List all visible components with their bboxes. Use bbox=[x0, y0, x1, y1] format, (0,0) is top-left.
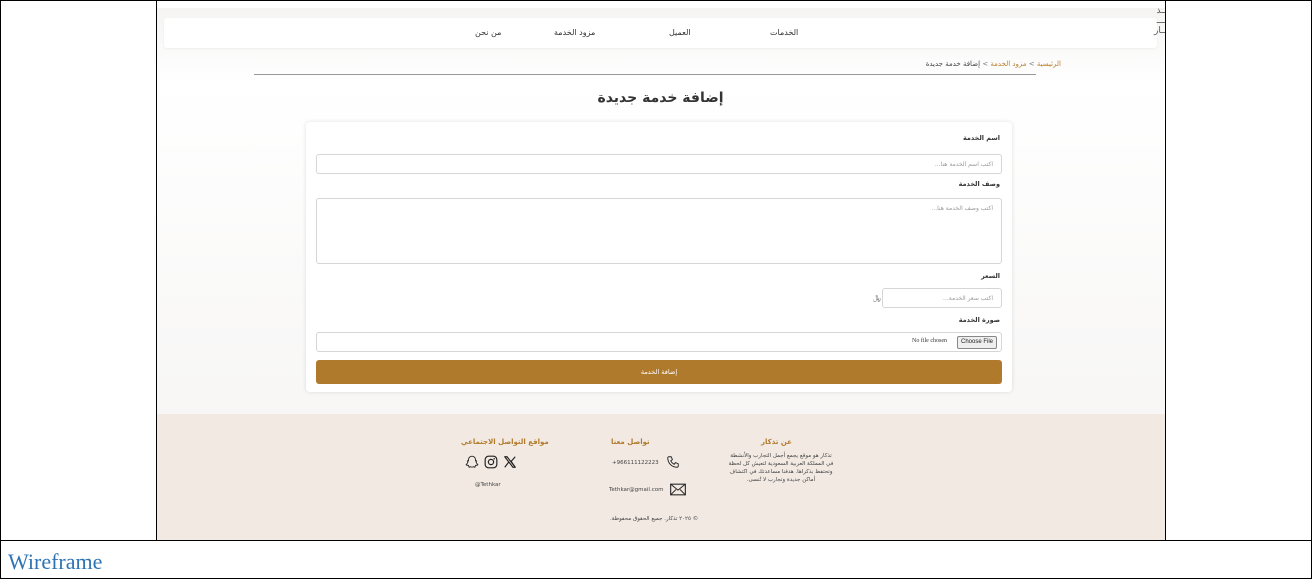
instagram-icon[interactable] bbox=[484, 454, 498, 473]
snapchat-icon[interactable] bbox=[465, 454, 479, 473]
site-logo[interactable]: تــذ كـــ ـــار bbox=[1139, 8, 1165, 42]
breadcrumb-separator: > bbox=[1028, 60, 1035, 68]
choose-file-button[interactable]: Choose File bbox=[956, 336, 997, 349]
top-header: الخدمات العميل مزود الخدمة من نحن bbox=[164, 18, 1157, 48]
footer-about-title: عن تذكار bbox=[761, 438, 792, 446]
site-footer: عن تذكار تذكار هو موقع يجمع أجمل التجارب… bbox=[156, 414, 1165, 540]
service-name-label: اسم الخدمة bbox=[962, 134, 1000, 142]
service-image-file-input[interactable]: Choose File No file chosen bbox=[316, 332, 1002, 352]
footer-contact-title: تواصل معنا bbox=[611, 438, 650, 446]
section-caption: Wireframe bbox=[8, 549, 103, 574]
table-border-inner-left bbox=[156, 0, 157, 540]
logo-line-1: تــذ bbox=[1156, 8, 1165, 16]
footer-handle[interactable]: @Tethkar bbox=[475, 482, 501, 488]
page-screenshot: الخدمات العميل مزود الخدمة من نحن تــذ ك… bbox=[156, 8, 1165, 540]
service-name-input[interactable]: اكتب اسم الخدمة هنا... bbox=[316, 154, 1002, 174]
breadcrumb-divider bbox=[254, 74, 1036, 75]
footer-email[interactable]: Tethkar@gmail.com bbox=[609, 487, 663, 493]
price-label: السعر bbox=[981, 272, 1000, 280]
nav-services[interactable]: الخدمات bbox=[770, 28, 798, 37]
currency-symbol: ﷼ bbox=[873, 294, 881, 302]
footer-phone[interactable]: +966111122223 bbox=[612, 460, 659, 466]
footer-social-title: مواقع التواصل الاجتماعي bbox=[461, 438, 549, 446]
table-border-inner-right bbox=[1165, 0, 1166, 540]
breadcrumb-separator: > bbox=[982, 60, 989, 68]
breadcrumb-current: إضافة خدمة جديدة bbox=[925, 60, 981, 68]
x-twitter-icon[interactable] bbox=[503, 454, 517, 473]
footer-copyright: © ٢٠٢٥ تذكار. جميع الحقوق محفوظة. bbox=[610, 516, 699, 522]
breadcrumb-provider[interactable]: مزود الخدمة bbox=[990, 60, 1026, 68]
table-border-top bbox=[0, 0, 1312, 1]
file-status: No file chosen bbox=[912, 338, 947, 344]
phone-icon[interactable] bbox=[666, 454, 680, 473]
nav-about[interactable]: من نحن bbox=[475, 28, 501, 37]
service-desc-label: وصف الخدمة bbox=[958, 180, 1000, 188]
breadcrumb-home[interactable]: الرئيسية bbox=[1037, 60, 1061, 68]
page-title: إضافة خدمة جديدة bbox=[597, 90, 724, 106]
add-service-button[interactable]: إضافة الخدمة bbox=[316, 360, 1002, 384]
table-border-row bbox=[0, 540, 1312, 541]
breadcrumb: الرئيسية > مزود الخدمة > إضافة خدمة جديد… bbox=[926, 60, 1061, 68]
email-icon[interactable] bbox=[670, 481, 686, 500]
nav-client[interactable]: العميل bbox=[669, 28, 691, 37]
footer-about-text: تذكار هو موقع يجمع أجمل التجارب والأنشطة… bbox=[728, 453, 834, 483]
service-desc-textarea[interactable]: اكتب وصف الخدمة هنا... bbox=[316, 198, 1002, 264]
nav-provider[interactable]: مزود الخدمة bbox=[554, 28, 595, 37]
logo-line-2: كـــ bbox=[1156, 16, 1165, 26]
table-border-left bbox=[0, 0, 1, 579]
service-image-label: صورة الخدمة bbox=[958, 316, 1000, 324]
add-service-form: اسم الخدمة اكتب اسم الخدمة هنا... وصف ال… bbox=[306, 122, 1012, 392]
price-input[interactable]: اكتب سعر الخدمة... bbox=[882, 288, 1002, 308]
logo-line-3: ـــار bbox=[1154, 26, 1165, 36]
